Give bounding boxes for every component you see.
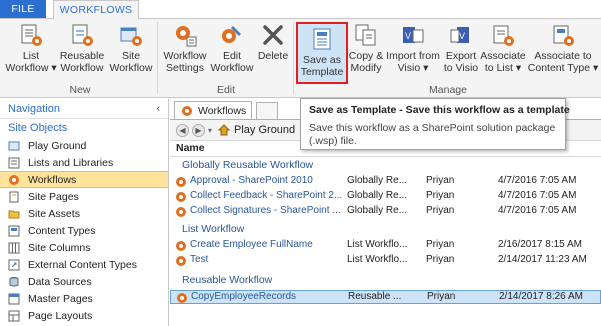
group-label-edit: Edit xyxy=(216,84,236,96)
svg-text:V: V xyxy=(405,31,411,41)
breadcrumb-site[interactable]: Play Ground xyxy=(234,124,295,136)
group-header-globally-reusable: Globally Reusable Workflow xyxy=(182,159,314,171)
nav-item-data-sources[interactable]: Data Sources xyxy=(0,273,168,290)
nav-item-workflows[interactable]: Workflows xyxy=(0,171,168,188)
group-header-list-workflow: List Workflow xyxy=(182,223,245,235)
home-icon xyxy=(218,124,231,136)
tab-file[interactable]: FILE xyxy=(0,0,46,18)
tooltip-title: Save as Template - Save this workflow as… xyxy=(309,104,570,116)
workflow-icon xyxy=(177,293,187,303)
group-separator xyxy=(157,22,158,94)
list-icon xyxy=(8,157,20,168)
navigation-title: Navigation xyxy=(8,102,60,115)
delete-icon xyxy=(263,25,283,45)
nav-item-site-assets[interactable]: Site Assets xyxy=(0,205,168,222)
nav-item-page-layouts[interactable]: Page Layouts xyxy=(0,307,168,324)
workflow-settings-icon xyxy=(176,26,197,47)
nav-item-master-pages[interactable]: Master Pages xyxy=(0,290,168,307)
associate-list-icon xyxy=(493,25,514,46)
folder-icon xyxy=(8,210,20,218)
dropdown-chevron-icon[interactable]: ▾ xyxy=(208,126,212,135)
group-separator xyxy=(293,22,294,94)
associate-to-list-button[interactable]: Associate to List ▾ xyxy=(480,22,526,84)
table-row[interactable]: Collect Feedback - SharePoint 2... Globa… xyxy=(170,190,601,204)
export-to-visio-button[interactable]: V Export to Visio xyxy=(441,22,481,84)
table-row[interactable]: Collect Signatures - SharePoint ... Glob… xyxy=(170,205,601,219)
list-workflow-button[interactable]: List Workflow ▾ xyxy=(5,22,57,84)
group-header-reusable-workflow: Reusable Workflow xyxy=(182,274,273,286)
navigation-pane: Navigation ‹ Site Objects Play Ground Li… xyxy=(0,99,169,326)
copy-modify-button[interactable]: Copy & Modify xyxy=(348,22,384,84)
nav-item-play-ground[interactable]: Play Ground xyxy=(0,137,168,154)
nav-item-content-types[interactable]: Content Types xyxy=(0,222,168,239)
nav-item-site-columns[interactable]: Site Columns xyxy=(0,239,168,256)
layout-icon xyxy=(8,310,20,321)
site-objects-header: Site Objects xyxy=(8,122,68,134)
save-as-template-icon xyxy=(313,28,331,50)
import-from-visio-button[interactable]: V Import from Visio ▾ xyxy=(385,22,441,84)
new-tab-button[interactable] xyxy=(256,102,278,119)
tab-workflows-document[interactable]: Workflows xyxy=(174,101,252,119)
nav-item-lists-and-libraries[interactable]: Lists and Libraries xyxy=(0,154,168,171)
database-icon xyxy=(9,276,19,286)
external-icon xyxy=(8,259,20,270)
associate-to-content-type-button[interactable]: Associate to Content Type ▾ xyxy=(527,22,599,84)
table-row[interactable]: Approval - SharePoint 2010 Globally Re..… xyxy=(170,175,601,189)
reusable-workflow-button[interactable]: Reusable Workflow xyxy=(58,22,106,84)
workflow-icon xyxy=(176,241,186,251)
table-row[interactable]: Create Employee FullName List Workflo...… xyxy=(170,239,601,253)
list-workflow-icon xyxy=(21,24,42,46)
site-workflow-button[interactable]: Site Workflow xyxy=(108,22,154,84)
reusable-workflow-icon xyxy=(72,24,93,46)
collapse-chevron-icon[interactable]: ‹ xyxy=(157,103,160,114)
workflow-icon xyxy=(182,105,192,116)
back-button[interactable]: ◀ xyxy=(176,123,189,137)
save-as-template-tooltip: Save as Template - Save this workflow as… xyxy=(300,98,570,150)
delete-button[interactable]: Delete xyxy=(256,22,290,84)
workflow-icon xyxy=(9,174,19,185)
workflow-icon xyxy=(176,256,186,266)
group-label-manage: Manage xyxy=(429,84,467,96)
content-type-icon xyxy=(8,225,20,236)
tooltip-body: Save this workflow as a SharePoint solut… xyxy=(309,122,556,147)
master-page-icon xyxy=(8,293,20,304)
edit-workflow-button[interactable]: Edit Workflow xyxy=(210,22,254,84)
navigation-header: Navigation ‹ xyxy=(0,99,168,119)
visio-export-icon: V xyxy=(450,27,469,43)
ribbon-tab-strip: FILE WORKFLOWS xyxy=(0,0,601,19)
workflow-icon xyxy=(176,192,186,202)
workflow-icon xyxy=(176,177,186,187)
nav-item-site-pages[interactable]: Site Pages xyxy=(0,188,168,205)
forward-button[interactable]: ▶ xyxy=(192,123,205,137)
site-icon xyxy=(8,141,20,150)
edit-workflow-icon xyxy=(222,26,241,43)
nav-item-external-content-types[interactable]: External Content Types xyxy=(0,256,168,273)
table-row[interactable]: Test List Workflo... Priyan 2/14/2017 11… xyxy=(170,254,601,268)
columns-icon xyxy=(8,242,20,253)
table-row-selected[interactable]: CopyEmployeeRecords Reusable ... Priyan … xyxy=(170,290,601,304)
site-workflow-icon xyxy=(120,27,142,46)
associate-content-type-icon xyxy=(553,25,574,46)
tab-workflows[interactable]: WORKFLOWS xyxy=(53,0,139,19)
save-as-template-button[interactable]: Save as Template xyxy=(298,26,346,88)
workflow-icon xyxy=(176,207,186,217)
group-label-new: New xyxy=(69,84,91,96)
copy-icon xyxy=(355,24,376,46)
visio-import-icon: V xyxy=(403,27,424,43)
svg-text:V: V xyxy=(459,31,465,41)
page-icon xyxy=(9,191,19,202)
workflow-settings-button[interactable]: Workflow Settings xyxy=(160,22,210,84)
